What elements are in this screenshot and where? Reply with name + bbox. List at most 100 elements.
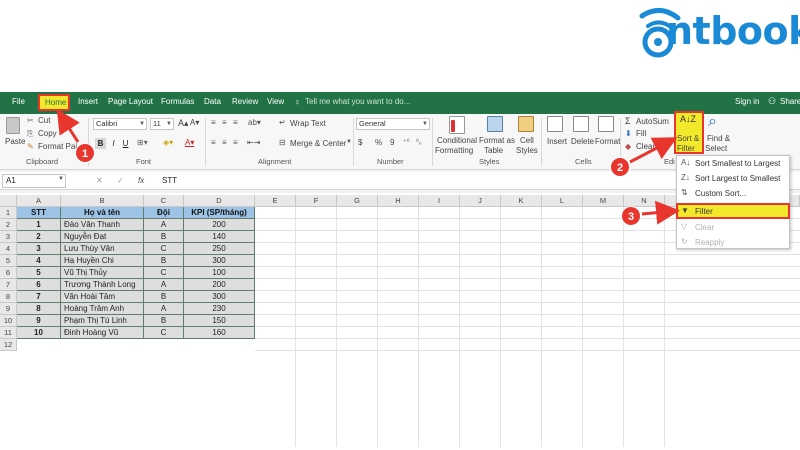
- column-header[interactable]: D: [184, 195, 255, 207]
- row-header[interactable]: 4: [0, 243, 17, 255]
- increase-decimal-icon[interactable]: ⁺⁰: [403, 138, 410, 146]
- row-header[interactable]: 6: [0, 267, 17, 279]
- format-cells-button[interactable]: Format: [595, 137, 620, 146]
- table-cell[interactable]: 1: [17, 219, 61, 231]
- borders-icon[interactable]: ⊞▾: [137, 138, 148, 147]
- align-bottom-icon[interactable]: ≡: [233, 118, 238, 127]
- tab-insert[interactable]: Insert: [78, 97, 98, 106]
- currency-button[interactable]: $: [358, 138, 362, 147]
- table-cell[interactable]: B: [144, 291, 184, 303]
- indent-icon[interactable]: ⇤⇥: [247, 138, 260, 147]
- table-cell[interactable]: 10: [17, 327, 61, 339]
- tab-home[interactable]: Home: [45, 98, 66, 107]
- orientation-icon[interactable]: ab▾: [248, 118, 261, 127]
- row-header[interactable]: 2: [0, 219, 17, 231]
- table-cell[interactable]: 9: [17, 315, 61, 327]
- clear-button[interactable]: Clear: [636, 142, 655, 151]
- table-cell[interactable]: 150: [184, 315, 255, 327]
- table-cell[interactable]: A: [144, 219, 184, 231]
- font-color-icon[interactable]: A▾: [185, 138, 194, 147]
- fill-color-icon[interactable]: ◈▾: [163, 138, 173, 147]
- tab-file[interactable]: File: [12, 97, 25, 106]
- format-as-table-label-1[interactable]: Format as: [479, 136, 515, 145]
- align-top-icon[interactable]: ≡: [211, 118, 216, 127]
- table-cell[interactable]: Hạ Huyền Chi: [61, 255, 144, 267]
- table-cell[interactable]: 2: [17, 231, 61, 243]
- column-header[interactable]: L: [542, 195, 583, 207]
- table-cell[interactable]: C: [144, 327, 184, 339]
- table-cell[interactable]: Đào Văn Thanh: [61, 219, 144, 231]
- row-header[interactable]: 10: [0, 315, 17, 327]
- confirm-icon[interactable]: ✓: [117, 176, 124, 185]
- font-size-select[interactable]: 11 ▼: [150, 118, 174, 130]
- column-header[interactable]: C: [144, 195, 184, 207]
- row-header[interactable]: 9: [0, 303, 17, 315]
- column-header[interactable]: G: [337, 195, 378, 207]
- format-painter-button[interactable]: Format Pai: [38, 142, 77, 151]
- table-cell[interactable]: Phạm Thị Tú Linh: [61, 315, 144, 327]
- table-cell[interactable]: 5: [17, 267, 61, 279]
- comma-button[interactable]: 9: [390, 138, 394, 147]
- delete-cells-button[interactable]: Delete: [571, 137, 594, 146]
- table-cell[interactable]: 230: [184, 303, 255, 315]
- table-cell[interactable]: Vũ Thị Thủy: [61, 267, 144, 279]
- find-select-label-1[interactable]: Find &: [707, 134, 730, 143]
- cell-styles-label-1[interactable]: Cell: [520, 136, 534, 145]
- row-header[interactable]: 11: [0, 327, 17, 339]
- cell-styles-label-2[interactable]: Styles: [516, 146, 538, 155]
- align-right-icon[interactable]: ≡: [233, 138, 238, 147]
- table-cell[interactable]: 100: [184, 267, 255, 279]
- grow-font-icon[interactable]: A▴: [178, 118, 189, 129]
- share-button[interactable]: Share: [780, 97, 800, 106]
- table-cell[interactable]: 160: [184, 327, 255, 339]
- align-left-icon[interactable]: ≡: [211, 138, 216, 147]
- table-header-cell[interactable]: Họ và tên: [61, 207, 144, 219]
- table-cell[interactable]: 200: [184, 219, 255, 231]
- decrease-decimal-icon[interactable]: ⁰₀: [416, 138, 422, 146]
- underline-button[interactable]: U: [120, 138, 131, 149]
- percent-button[interactable]: %: [375, 138, 382, 147]
- insert-cells-button[interactable]: Insert: [547, 137, 567, 146]
- row-header[interactable]: 7: [0, 279, 17, 291]
- format-as-table-label-2[interactable]: Table: [484, 146, 503, 155]
- insert-function-button[interactable]: fx: [138, 176, 144, 185]
- merge-center-button[interactable]: Merge & Center: [290, 139, 346, 148]
- column-header[interactable]: E: [255, 195, 296, 207]
- column-header[interactable]: F: [296, 195, 337, 207]
- conditional-formatting-label-1[interactable]: Conditional: [437, 136, 477, 145]
- table-cell[interactable]: A: [144, 303, 184, 315]
- column-header[interactable]: K: [501, 195, 542, 207]
- column-header[interactable]: M: [583, 195, 624, 207]
- table-cell[interactable]: 300: [184, 291, 255, 303]
- table-cell[interactable]: Nguyễn Đạt: [61, 231, 144, 243]
- table-cell[interactable]: 8: [17, 303, 61, 315]
- align-middle-icon[interactable]: ≡: [222, 118, 227, 127]
- shrink-font-icon[interactable]: A▾: [190, 118, 199, 127]
- autosum-button[interactable]: AutoSum: [636, 117, 669, 126]
- row-header[interactable]: 8: [0, 291, 17, 303]
- table-cell[interactable]: Đinh Hoàng Vũ: [61, 327, 144, 339]
- row-header[interactable]: 3: [0, 231, 17, 243]
- tab-page-layout[interactable]: Page Layout: [108, 97, 153, 106]
- tell-me-search[interactable]: Tell me what you want to do...: [305, 97, 410, 106]
- row-header[interactable]: 12: [0, 339, 17, 351]
- table-cell[interactable]: 3: [17, 243, 61, 255]
- conditional-formatting-label-2[interactable]: Formatting: [435, 146, 473, 155]
- table-header-cell[interactable]: KPI (SP/tháng): [184, 207, 255, 219]
- table-cell[interactable]: Trương Thành Long: [61, 279, 144, 291]
- cancel-icon[interactable]: ✕: [96, 176, 103, 185]
- paste-button[interactable]: Paste: [5, 137, 25, 146]
- italic-button[interactable]: I: [108, 138, 119, 149]
- cut-button[interactable]: Cut: [38, 116, 50, 125]
- column-header[interactable]: A: [17, 195, 61, 207]
- column-header[interactable]: H: [378, 195, 419, 207]
- fill-button[interactable]: Fill: [636, 129, 646, 138]
- table-cell[interactable]: C: [144, 243, 184, 255]
- tab-data[interactable]: Data: [204, 97, 221, 106]
- table-header-cell[interactable]: Đội: [144, 207, 184, 219]
- menu-item-filter[interactable]: Filter: [695, 207, 713, 216]
- align-center-icon[interactable]: ≡: [222, 138, 227, 147]
- row-header[interactable]: 1: [0, 207, 17, 219]
- name-box[interactable]: A1: [2, 174, 66, 188]
- table-cell[interactable]: Văn Hoài Tâm: [61, 291, 144, 303]
